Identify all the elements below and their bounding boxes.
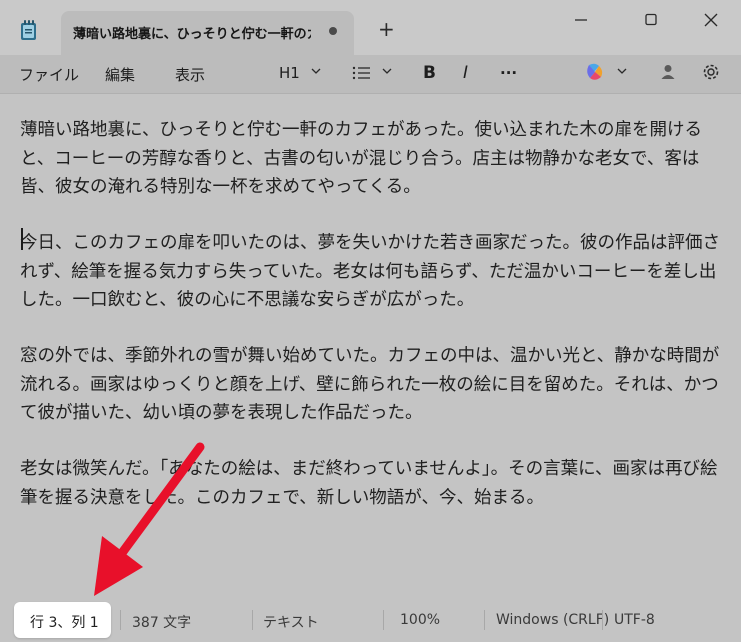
paragraph: 窓の外では、季節外れの雪が舞い始めていた。カフェの中は、温かい光と、静かな時間が…	[20, 346, 720, 423]
paragraph: 薄暗い路地裏に、ひっそりと佇む一軒のカフェがあった。使い込まれた木の扉を開けると…	[20, 120, 702, 197]
unsaved-dot-icon[interactable]	[329, 27, 337, 35]
status-divider	[484, 610, 485, 630]
status-divider	[120, 610, 121, 630]
status-divider	[383, 610, 384, 630]
menu-view[interactable]: 表示	[175, 64, 205, 85]
menu-bar: ファイル 編集 表示 H1 B I ···	[0, 55, 741, 93]
text-caret	[21, 228, 23, 250]
heading-dropdown[interactable]: H1	[279, 64, 300, 82]
document-tab[interactable]: 薄暗い路地裏に、ひっそりと佇む一軒のカ	[61, 11, 354, 56]
new-tab-button[interactable]: +	[378, 19, 395, 39]
paragraph: 今日、このカフェの扉を叩いたのは、夢を失いかけた若き画家だった。彼の作品は評価さ…	[20, 233, 720, 310]
bold-button[interactable]: B	[423, 63, 436, 83]
chevron-down-icon[interactable]	[382, 66, 392, 76]
account-icon[interactable]	[661, 64, 675, 80]
status-bar: 行 3、列 1 387 文字 テキスト 100% Windows (CRLF) …	[0, 598, 741, 642]
chevron-down-icon[interactable]	[617, 66, 627, 76]
zoom-level[interactable]: 100%	[400, 612, 440, 628]
settings-gear-icon[interactable]	[701, 62, 721, 82]
list-icon[interactable]	[352, 65, 372, 81]
menu-edit[interactable]: 編集	[105, 64, 135, 85]
paragraph: 老女は微笑んだ。「あなたの絵は、まだ終わっていませんよ」。その言葉に、画家は再び…	[20, 459, 718, 508]
chevron-down-icon[interactable]	[311, 66, 321, 76]
status-divider	[602, 610, 603, 630]
more-options-button[interactable]: ···	[500, 64, 517, 82]
text-editor[interactable]: 薄暗い路地裏に、ひっそりと佇む一軒のカフェがあった。使い込まれた木の扉を開けると…	[0, 93, 741, 599]
copilot-icon[interactable]	[585, 62, 605, 82]
minimize-icon[interactable]	[569, 10, 593, 30]
status-divider	[252, 610, 253, 630]
notepad-app-icon	[21, 20, 36, 40]
close-icon[interactable]	[699, 10, 723, 30]
maximize-icon[interactable]	[639, 10, 663, 30]
character-count: 387 文字	[132, 615, 192, 631]
italic-button[interactable]: I	[463, 63, 468, 83]
line-ending[interactable]: Windows (CRLF)	[496, 612, 609, 628]
title-bar: 薄暗い路地裏に、ひっそりと佇む一軒のカ +	[0, 0, 741, 56]
text-format[interactable]: テキスト	[263, 612, 319, 632]
tab-title: 薄暗い路地裏に、ひっそりと佇む一軒のカ	[73, 27, 311, 42]
menu-file[interactable]: ファイル	[19, 64, 79, 85]
cursor-position[interactable]: 行 3、列 1	[30, 612, 99, 632]
encoding[interactable]: UTF-8	[614, 612, 655, 628]
